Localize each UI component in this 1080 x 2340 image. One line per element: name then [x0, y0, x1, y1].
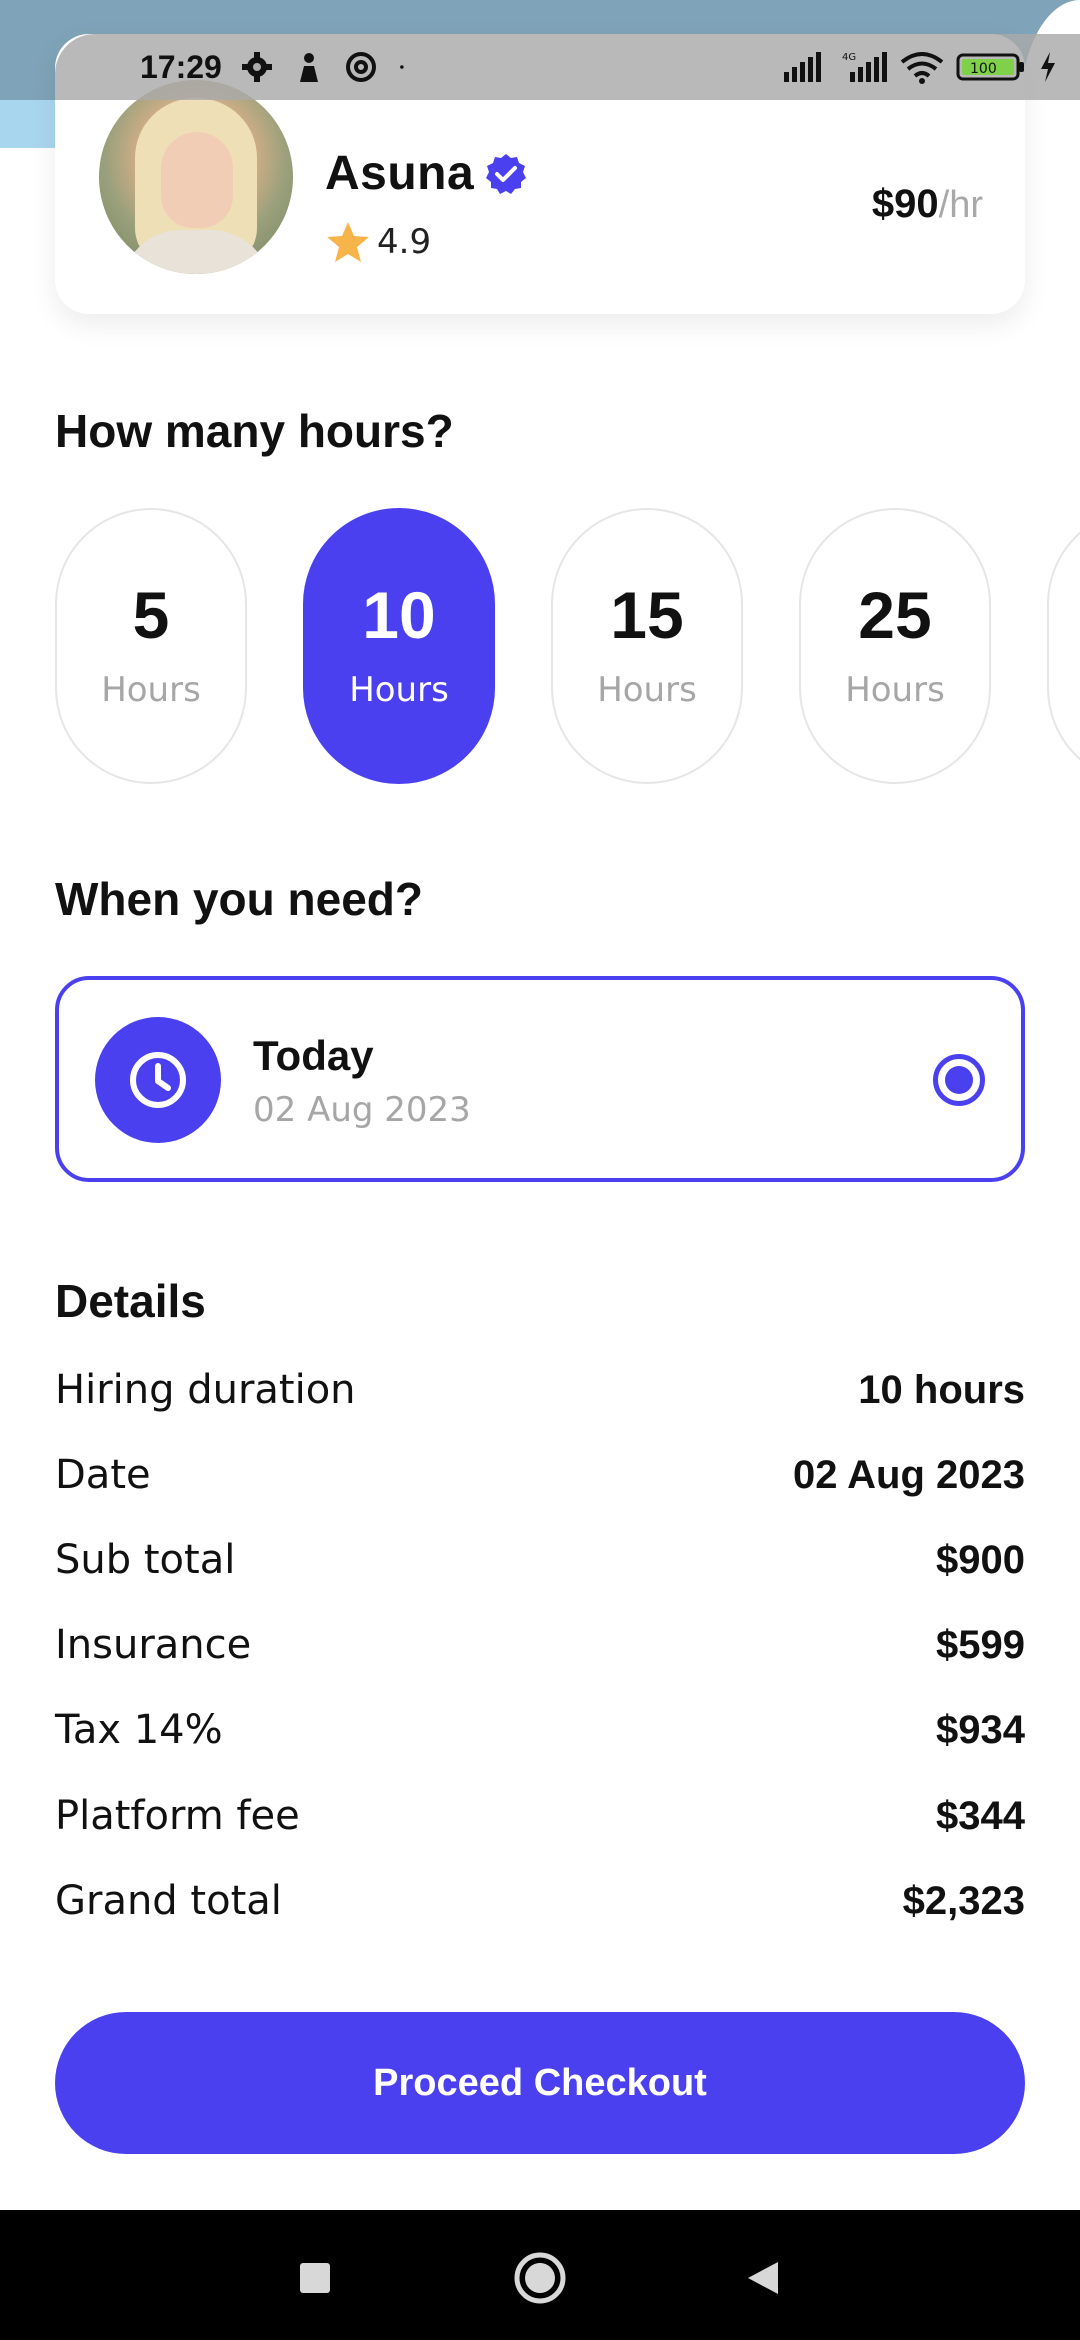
hour-value: 5 — [132, 578, 170, 652]
status-bar: 17:29 4G 100 — [55, 34, 1080, 100]
date-option-date: 02 Aug 2023 — [253, 1090, 471, 1130]
hour-label: Hours — [349, 670, 449, 710]
clock-icon-badge — [95, 1017, 221, 1143]
detail-value: 10 hours — [858, 1367, 1025, 1412]
avatar[interactable] — [99, 80, 293, 274]
status-time: 17:29 — [140, 48, 222, 85]
status-right: 4G 100 — [782, 34, 1058, 100]
detail-label: Hiring duration — [55, 1367, 356, 1413]
dot-icon — [399, 65, 404, 69]
detail-label: Sub total — [55, 1537, 236, 1583]
details-title: Details — [55, 1275, 206, 1327]
signal-4g-icon: 4G — [842, 52, 887, 82]
hour-option-15[interactable]: 15 Hours — [551, 508, 743, 784]
radio-selected[interactable] — [933, 1054, 985, 1106]
proceed-checkout-button[interactable]: Proceed Checkout — [55, 2012, 1025, 2154]
hour-value: 10 — [362, 578, 436, 652]
gear-icon — [241, 52, 272, 82]
detail-value: $599 — [936, 1622, 1025, 1667]
battery-icon: 100 — [956, 53, 1024, 81]
detail-value: 02 Aug 2023 — [793, 1452, 1025, 1497]
hours-selector[interactable]: 5 Hours 10 Hours 15 Hours 25 Hours — [55, 508, 1080, 784]
detail-row-insurance: Insurance $599 — [55, 1615, 1025, 1675]
detail-row-date: Date 02 Aug 2023 — [55, 1445, 1025, 1505]
recents-button[interactable] — [285, 2248, 345, 2308]
back-triangle-icon — [748, 2262, 778, 2294]
star-icon — [327, 222, 369, 262]
detail-label: Grand total — [55, 1878, 282, 1924]
back-button[interactable] — [732, 2248, 792, 2308]
system-nav-bar — [0, 2210, 1080, 2340]
svg-text:4G: 4G — [842, 52, 856, 63]
date-option-today[interactable]: Today 02 Aug 2023 — [55, 976, 1025, 1182]
hour-value: 25 — [858, 578, 932, 652]
detail-value: $934 — [936, 1707, 1025, 1752]
date-option-title: Today — [253, 1032, 374, 1079]
detail-label: Date — [55, 1452, 151, 1498]
detail-value: $2,323 — [902, 1878, 1025, 1923]
detail-row-sub-total: Sub total $900 — [55, 1530, 1025, 1590]
profile-name: Asuna — [325, 147, 475, 200]
detail-value: $900 — [936, 1537, 1025, 1582]
hour-label: Hours — [845, 670, 945, 710]
header-accent — [0, 100, 55, 148]
detail-row-hiring-duration: Hiring duration 10 hours — [55, 1360, 1025, 1420]
rating-value: 4.9 — [377, 222, 432, 262]
square-icon — [300, 2263, 330, 2293]
home-circle-icon — [514, 2252, 566, 2304]
hour-label: Hours — [597, 670, 697, 710]
detail-row-tax: Tax 14% $934 — [55, 1700, 1025, 1760]
detail-value: $344 — [936, 1793, 1025, 1838]
price-unit: /hr — [938, 184, 983, 226]
hour-value: 15 — [610, 578, 684, 652]
signal-icon — [784, 52, 821, 82]
hour-option-10-selected[interactable]: 10 Hours — [303, 508, 495, 784]
clock-icon — [130, 1052, 186, 1108]
detail-row-grand-total: Grand total $2,323 — [55, 1871, 1025, 1931]
detail-label: Tax 14% — [55, 1707, 223, 1753]
hour-option-25[interactable]: 25 Hours — [799, 508, 991, 784]
hour-option-5[interactable]: 5 Hours — [55, 508, 247, 784]
when-title: When you need? — [55, 873, 423, 925]
charging-icon — [1041, 52, 1055, 82]
price-amount: $90 — [871, 182, 939, 226]
hourly-price: $90/hr — [872, 182, 983, 227]
detail-row-platform-fee: Platform fee $344 — [55, 1786, 1025, 1846]
hour-option-partial[interactable] — [1047, 508, 1080, 784]
detail-label: Platform fee — [55, 1793, 300, 1839]
at-sign-icon — [345, 52, 376, 82]
status-left: 17:29 — [140, 34, 416, 100]
person-icon — [299, 53, 318, 82]
svg-text:100: 100 — [970, 61, 997, 77]
hours-title: How many hours? — [55, 405, 454, 457]
rating-row: 4.9 — [325, 220, 431, 264]
profile-name-row: Asuna — [325, 146, 528, 201]
detail-label: Insurance — [55, 1622, 252, 1668]
wifi-icon — [900, 52, 944, 84]
home-button[interactable] — [510, 2248, 570, 2308]
verified-badge-icon — [486, 153, 527, 194]
hour-label: Hours — [101, 670, 201, 710]
checkout-label: Proceed Checkout — [373, 2061, 707, 2104]
